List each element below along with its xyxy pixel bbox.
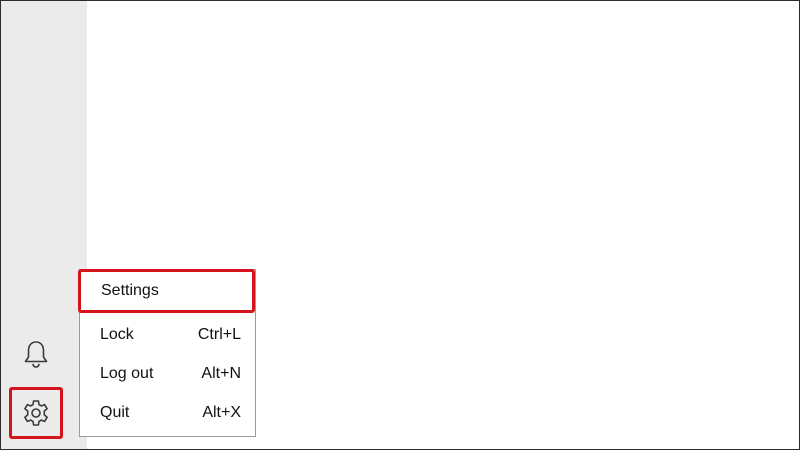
bell-icon [22,339,50,369]
menu-item-quit[interactable]: Quit Alt+X [80,393,255,432]
context-menu: Settings Lock Ctrl+L Log out Alt+N Quit … [78,269,256,437]
notifications-button[interactable] [9,328,63,380]
menu-item-lock[interactable]: Lock Ctrl+L [80,315,255,354]
menu-item-shortcut: Ctrl+L [197,325,241,343]
menu-item-shortcut: Alt+X [202,403,241,421]
menu-item-label: Log out [100,364,154,382]
menu-item-label: Lock [100,325,134,343]
settings-button[interactable] [9,387,63,439]
gear-icon [21,398,51,428]
menu-item-shortcut: Alt+N [201,364,241,382]
menu-item-log-out[interactable]: Log out Alt+N [80,354,255,393]
sidebar [1,1,87,449]
menu-item-settings[interactable]: Settings [78,269,255,313]
menu-item-label: Settings [101,282,159,299]
app-window: Settings Lock Ctrl+L Log out Alt+N Quit … [0,0,800,450]
menu-item-label: Quit [100,403,130,421]
